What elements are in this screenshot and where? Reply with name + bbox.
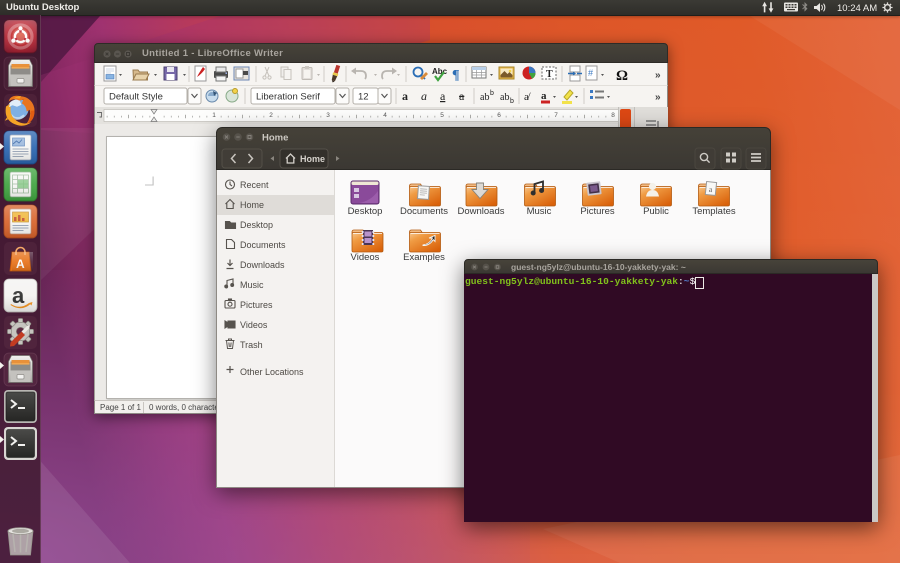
svg-text:Videos: Videos bbox=[240, 320, 268, 330]
svg-text:Music: Music bbox=[527, 206, 552, 217]
svg-text:Abc: Abc bbox=[432, 67, 448, 76]
svg-text:8: 8 bbox=[611, 112, 615, 119]
svg-text:»: » bbox=[655, 70, 661, 81]
svg-text:Home: Home bbox=[300, 154, 325, 164]
svg-text:Pictures: Pictures bbox=[240, 300, 273, 310]
svg-text:6: 6 bbox=[497, 112, 501, 119]
svg-text:guest-ng5ylz@ubuntu-16-10-yakk: guest-ng5ylz@ubuntu-16-10-yakkety-yak: ~ bbox=[511, 262, 686, 272]
svg-text:Default Style: Default Style bbox=[109, 92, 163, 103]
svg-text:a̸: a̸ bbox=[524, 91, 531, 103]
svg-text:#: # bbox=[588, 68, 593, 78]
svg-text:Desktop: Desktop bbox=[240, 220, 273, 230]
svg-text:10:24 AM: 10:24 AM bbox=[837, 3, 877, 14]
svg-text:»: » bbox=[655, 92, 661, 103]
svg-text:7: 7 bbox=[554, 112, 558, 119]
svg-text:Liberation Serif: Liberation Serif bbox=[256, 92, 320, 103]
svg-text:Home: Home bbox=[262, 133, 288, 144]
svg-text:b: b bbox=[490, 90, 494, 97]
svg-text:4: 4 bbox=[383, 112, 387, 119]
svg-text:Documents: Documents bbox=[240, 240, 286, 250]
svg-text:T: T bbox=[546, 69, 553, 80]
svg-text:Videos: Videos bbox=[351, 252, 380, 263]
svg-text:Examples: Examples bbox=[403, 252, 445, 263]
svg-text:a: a bbox=[421, 89, 427, 103]
svg-text:Templates: Templates bbox=[692, 206, 736, 217]
svg-text:Music: Music bbox=[240, 280, 264, 290]
svg-text:Recent: Recent bbox=[240, 180, 269, 190]
svg-text:a: a bbox=[440, 89, 446, 103]
svg-text:12: 12 bbox=[358, 92, 369, 103]
svg-text:Public: Public bbox=[643, 206, 669, 217]
svg-text:a: a bbox=[402, 89, 408, 103]
svg-text:2: 2 bbox=[269, 112, 273, 119]
svg-text:Downloads: Downloads bbox=[458, 206, 505, 217]
svg-text:1: 1 bbox=[212, 112, 216, 119]
svg-text:Ω: Ω bbox=[616, 68, 628, 84]
svg-text:5: 5 bbox=[440, 112, 444, 119]
svg-text:a: a bbox=[541, 90, 547, 102]
svg-text:ab: ab bbox=[480, 92, 489, 103]
svg-text:Home: Home bbox=[240, 200, 264, 210]
svg-text:Downloads: Downloads bbox=[240, 260, 285, 270]
svg-text:Trash: Trash bbox=[240, 340, 263, 350]
svg-text:Other Locations: Other Locations bbox=[240, 367, 304, 377]
svg-text:b: b bbox=[510, 98, 514, 105]
svg-text:Pictures: Pictures bbox=[580, 206, 615, 217]
svg-text:3: 3 bbox=[326, 112, 330, 119]
svg-text:ab: ab bbox=[500, 92, 509, 103]
svg-text:Documents: Documents bbox=[400, 206, 448, 217]
svg-text:a: a bbox=[459, 89, 465, 103]
svg-text:Desktop: Desktop bbox=[348, 206, 383, 217]
svg-text:¶: ¶ bbox=[452, 68, 460, 83]
